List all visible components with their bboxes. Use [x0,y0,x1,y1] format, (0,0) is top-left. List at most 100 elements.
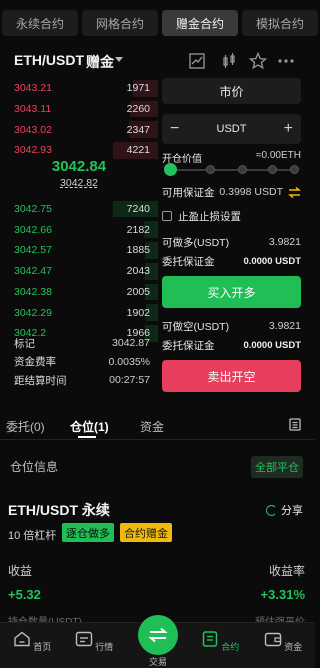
nav-futures[interactable]: 合约 [200,631,240,653]
long-label: 可做多(USDT) [162,236,230,249]
tpsl-toggle[interactable]: 止盈止损设置 [162,208,301,224]
bid-row[interactable]: 3042.57 1885 [0,240,158,261]
stat-value: 3042.87 [112,337,150,350]
margin-value: 0.0000 USDT [243,339,301,351]
bid-row[interactable]: 3042.29 1902 [0,302,158,323]
ask-qty: 1971 [126,82,150,95]
short-available-row: 可做空(USDT) 3.9821 [162,318,301,334]
nav-trade-button[interactable] [138,615,178,655]
ask-row[interactable]: 3043.02 2347 [0,119,158,140]
minus-button[interactable]: − [170,120,179,138]
bid-qty: 7240 [126,203,150,216]
tab-orders[interactable]: 委托(0) [6,418,45,435]
contract-type-tabs: 永续合约 网格合约 赠金合约 模拟合约 [0,10,319,40]
position-pair[interactable]: ETH/USDT 永续 [8,500,110,520]
slider-stop[interactable] [268,165,277,174]
close-all-button[interactable]: 全部平仓 [251,456,303,478]
slider-stop[interactable] [238,165,247,174]
ask-price: 3043.11 [14,103,52,116]
chart-icon[interactable] [188,52,206,70]
tab-grid[interactable]: 网格合约 [82,10,159,36]
open-value: ≈0.00ETH [256,150,301,161]
bid-qty: 2182 [126,223,150,236]
nav-market[interactable]: 行情 [74,631,114,653]
wallet-icon [264,632,281,647]
nav-wallet[interactable]: 资金 [263,631,303,653]
ask-price: 3043.02 [14,123,52,136]
margin-label: 委托保证金 [162,339,215,352]
avail-value: 0.3998 USDT [219,186,283,198]
tab-demo[interactable]: 模拟合约 [242,10,319,36]
pair-header: ETH/USDT 赠金 [0,46,315,76]
tab-assets[interactable]: 资金 [140,418,164,435]
nav-label: 行情 [95,642,114,652]
share-button[interactable]: 分享 [266,502,303,518]
trade-icon [148,627,168,643]
percentage-slider[interactable] [162,163,301,177]
bid-qty: 1885 [126,244,150,257]
pair-name[interactable]: ETH/USDT [14,52,84,68]
market-stats: 标记 3042.87 资金费率 0.0035% 距结算时间 00:27:57 [0,334,158,390]
bid-row[interactable]: 3042.75 7240 [0,199,158,220]
short-margin-row: 委托保证金 0.0000 USDT [162,337,301,353]
position-section-title: 仓位信息 [10,460,59,474]
ask-row[interactable]: 3043.11 2260 [0,99,158,120]
bid-row[interactable]: 3042.38 2005 [0,282,158,303]
slider-stop[interactable] [206,165,215,174]
tpsl-checkbox[interactable] [162,211,172,221]
type-badge: 合约赠金 [120,523,172,542]
stat-label: 资金费率 [14,356,56,369]
document-icon[interactable] [289,418,301,431]
candlestick-icon[interactable] [220,52,238,70]
amount-input[interactable]: − USDT + [162,114,301,144]
amount-unit: USDT [216,123,247,135]
star-icon[interactable] [249,52,267,70]
avail-label: 可用保证金 [162,186,215,199]
bid-qty: 1902 [126,306,150,319]
bid-row[interactable]: 3042.47 2043 [0,261,158,282]
leverage-label: 10 倍杠杆 [8,530,57,542]
last-price-block: 3042.84 3042.82 [0,158,158,189]
stat-label: 标记 [14,337,35,350]
available-margin-row: 可用保证金 0.3998 USDT [162,184,301,200]
slider-stop[interactable] [290,165,299,174]
bid-qty: 2005 [126,285,150,298]
transfer-icon[interactable] [288,186,301,198]
tab-perpetual[interactable]: 永续合约 [2,10,79,36]
tab-bonus[interactable]: 赠金合约 [162,10,239,36]
share-label: 分享 [281,505,303,517]
order-type-select[interactable]: 市价 [162,78,301,104]
stat-funding: 资金费率 0.0035% [0,353,158,372]
last-price: 3042.84 [51,158,107,175]
more-icon[interactable] [277,52,295,70]
order-book: 3043.21 1971 3043.11 2260 3043.02 2347 3042… [0,78,158,344]
pair-badge[interactable]: 赠金 [86,52,114,72]
chevron-down-icon[interactable] [115,57,123,62]
bottom-navigation: 首页 行情 交易 合约 资金 [0,615,315,668]
plus-button[interactable]: + [284,120,293,138]
roe-label: 收益率 [268,564,305,578]
bid-row[interactable]: 3042.66 2182 [0,219,158,240]
stat-countdown: 距结算时间 00:27:57 [0,371,158,390]
slider-track [170,169,297,171]
bid-price: 3042.57 [14,244,52,257]
slider-knob[interactable] [164,163,177,176]
margin-value: 0.0000 USDT [243,255,301,267]
tpsl-label: 止盈止损设置 [178,210,241,223]
bid-price: 3042.38 [14,285,52,298]
buy-long-button[interactable]: 买入开多 [162,276,301,308]
pnl-label: 收益 [8,564,33,578]
position-tabs: 委托(0) 仓位(1) 资金 [0,410,315,440]
ask-price: 3043.21 [14,82,52,95]
nav-trade-label: 交易 [148,657,167,667]
short-value: 3.9821 [268,320,301,332]
mark-price-sub[interactable]: 3042.82 [0,177,158,189]
ask-qty: 4221 [126,144,150,157]
futures-icon [202,631,217,647]
tab-positions[interactable]: 仓位(1) [70,418,109,435]
side-badge: 逐仓做多 [62,523,114,542]
nav-home[interactable]: 首页 [12,631,52,653]
ask-row[interactable]: 3043.21 1971 [0,78,158,99]
sell-short-button[interactable]: 卖出开空 [162,360,301,392]
nav-label: 资金 [284,642,303,652]
